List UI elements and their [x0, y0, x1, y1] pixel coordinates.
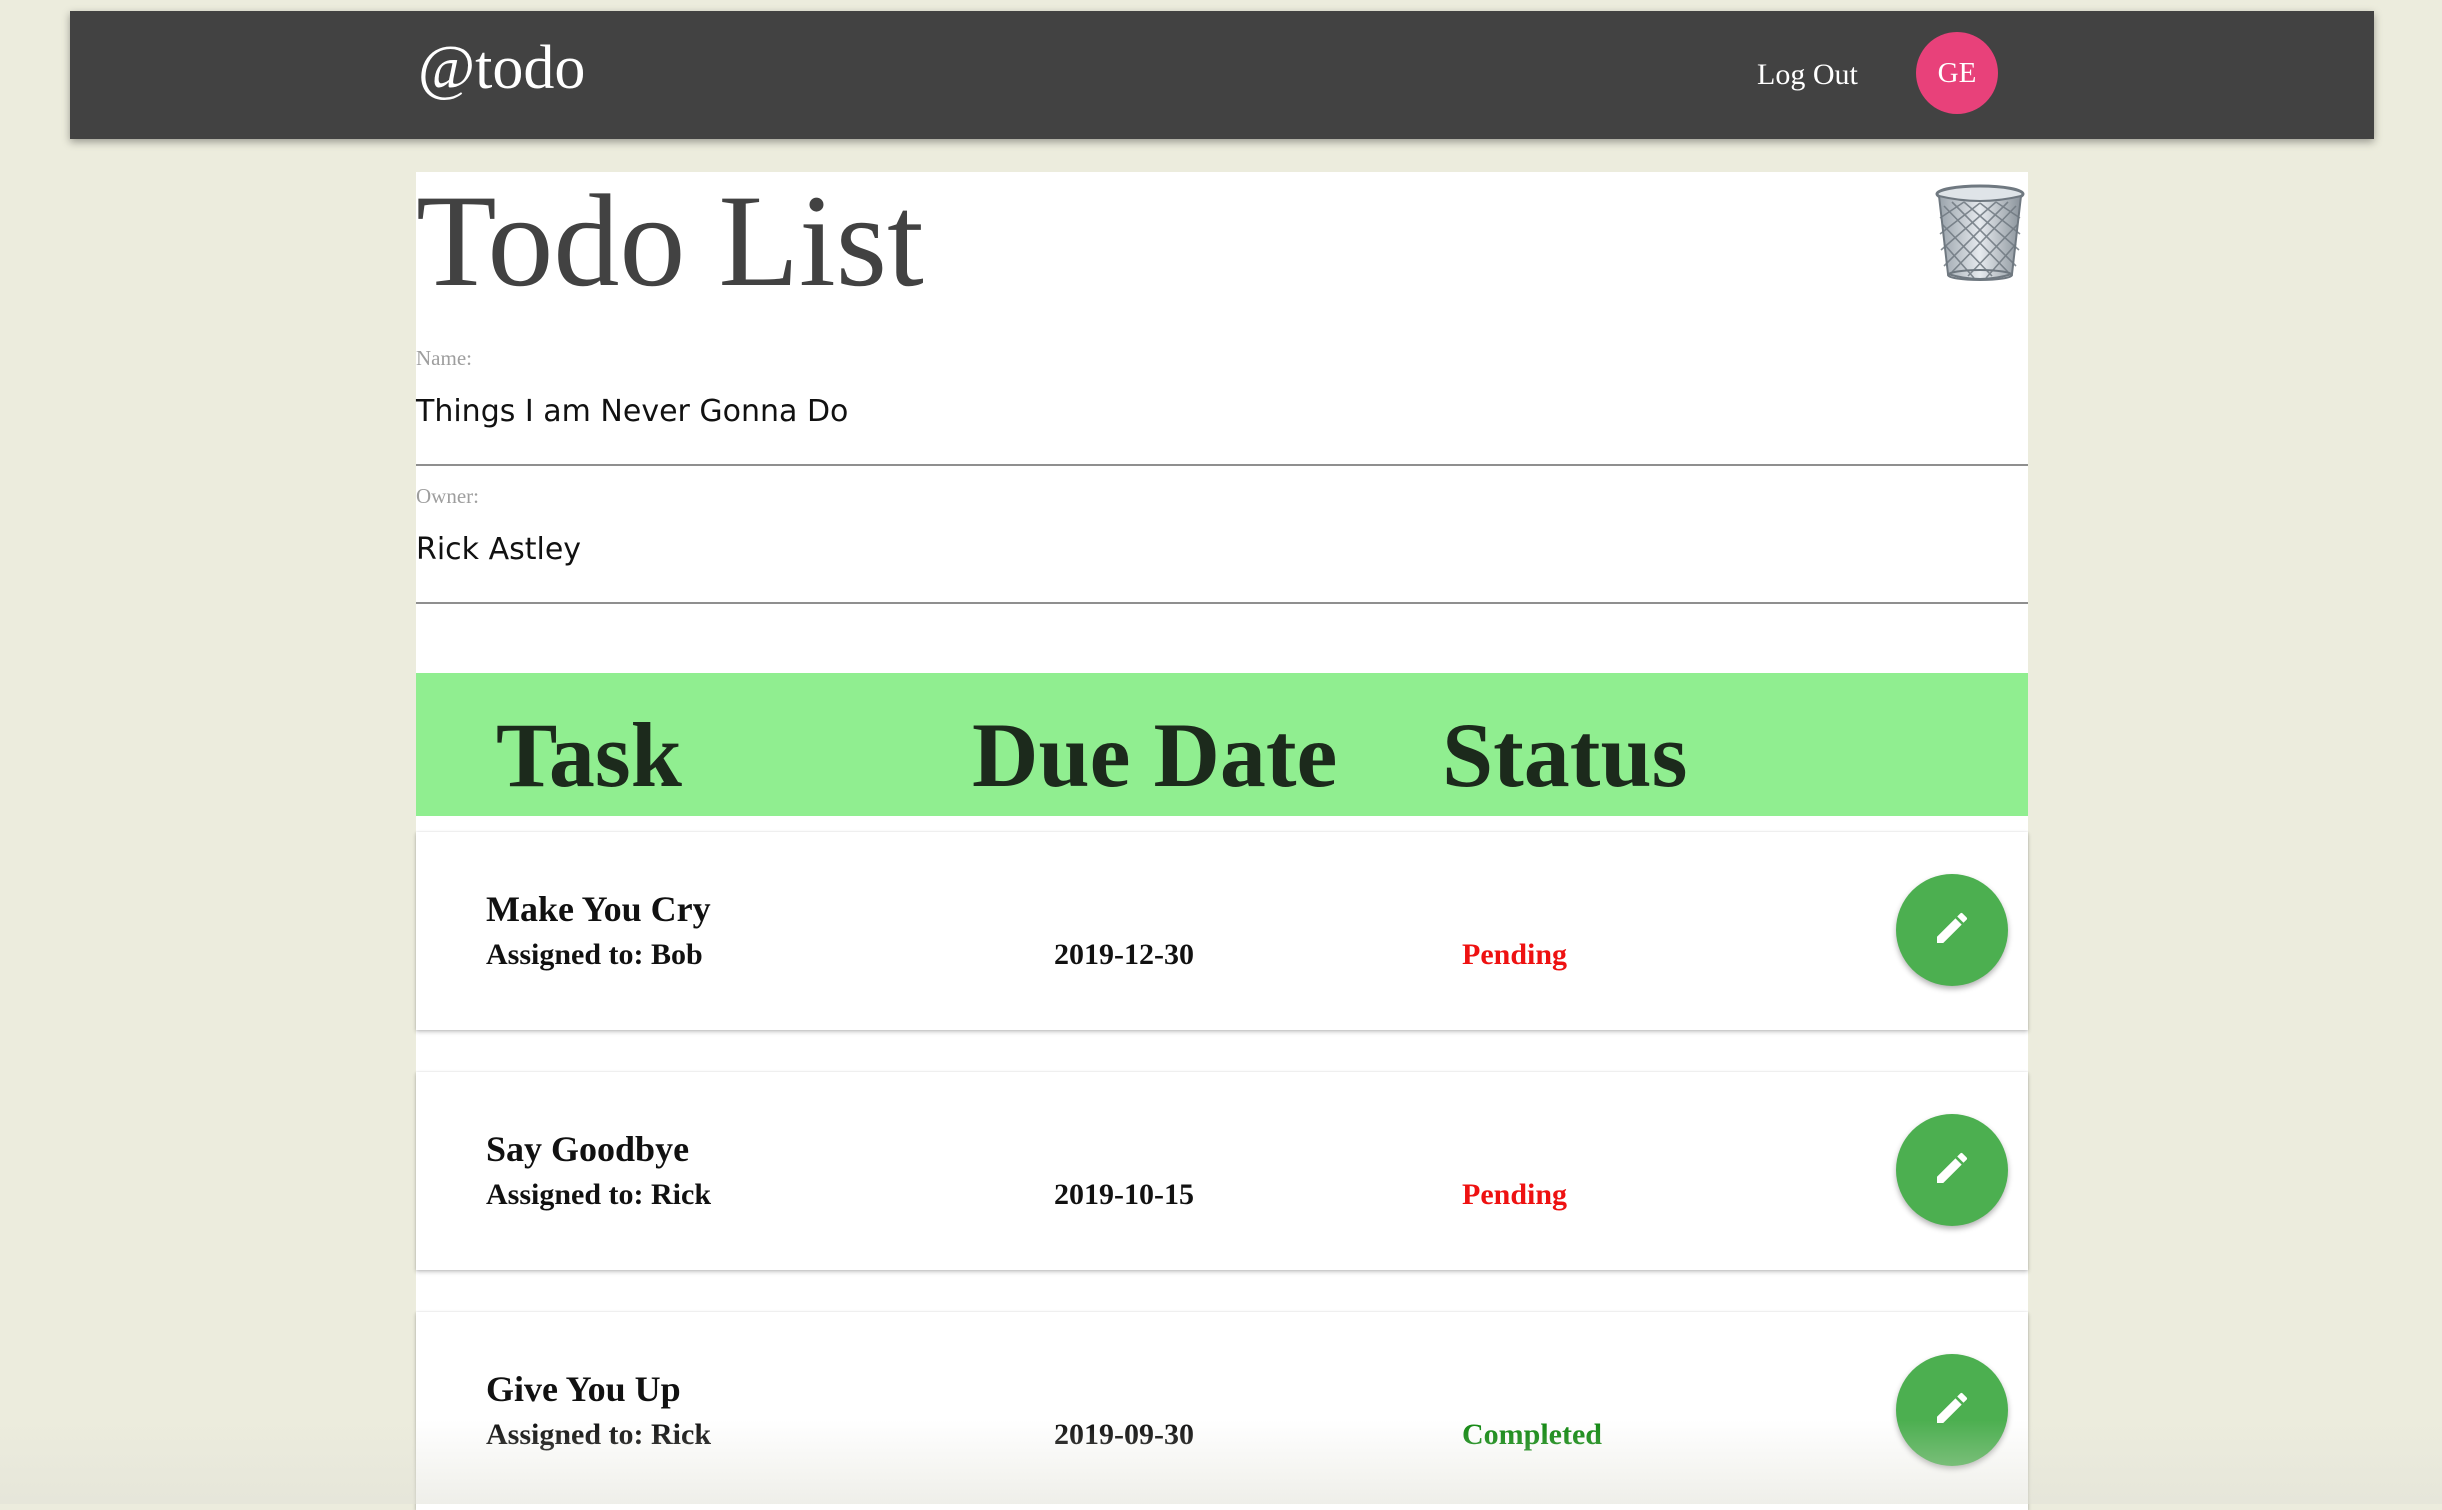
header-task[interactable]: Task — [496, 709, 682, 801]
app-brand[interactable]: @todo — [418, 37, 585, 99]
list-owner-field[interactable]: Owner: Rick Astley — [416, 476, 2028, 604]
logout-link[interactable]: Log Out — [1757, 58, 1858, 92]
task-row[interactable]: Give You Up Assigned to: Rick 2019-09-30… — [416, 1312, 2028, 1510]
task-assigned-to: Assigned to: Bob — [486, 938, 703, 971]
task-row[interactable]: Make You Cry Assigned to: Bob 2019-12-30… — [416, 832, 2028, 1030]
pencil-icon — [1932, 1148, 1972, 1193]
task-assigned-to: Assigned to: Rick — [486, 1178, 712, 1211]
pencil-icon — [1932, 908, 1972, 953]
list-name-field[interactable]: Name: Things I am Never Gonna Do — [416, 338, 2028, 466]
owner-input[interactable]: Rick Astley — [416, 532, 581, 567]
task-name: Make You Cry — [486, 889, 711, 929]
header-due-date[interactable]: Due Date — [972, 709, 1337, 801]
name-input[interactable]: Things I am Never Gonna Do — [416, 394, 848, 429]
name-label: Name: — [416, 346, 472, 370]
edit-task-button[interactable] — [1896, 874, 2008, 986]
edit-task-button[interactable] — [1896, 1114, 2008, 1226]
task-assigned-to: Assigned to: Rick — [486, 1418, 712, 1451]
user-avatar[interactable]: GE — [1916, 32, 1998, 114]
avatar-initials: GE — [1937, 56, 1977, 89]
header-status[interactable]: Status — [1442, 709, 1687, 801]
todo-list-panel: Todo List Name: Things I am Never Gonna … — [416, 167, 2028, 1510]
task-table-header: Task Due Date Status — [416, 673, 2028, 816]
pencil-icon — [1932, 1388, 1972, 1433]
task-status: Completed — [1462, 1418, 1602, 1451]
edit-task-button[interactable] — [1896, 1354, 2008, 1466]
owner-label: Owner: — [416, 484, 479, 508]
task-name: Give You Up — [486, 1369, 681, 1409]
task-due-date: 2019-09-30 — [1054, 1418, 1194, 1451]
task-status: Pending — [1462, 1178, 1568, 1211]
top-navbar: @todo Log Out GE — [70, 11, 2374, 139]
task-name: Say Goodbye — [486, 1129, 690, 1169]
task-row[interactable]: Say Goodbye Assigned to: Rick 2019-10-15… — [416, 1072, 2028, 1270]
trash-can-icon[interactable] — [1934, 184, 2026, 282]
page-title: Todo List — [416, 167, 924, 314]
task-status: Pending — [1462, 938, 1568, 971]
task-due-date: 2019-12-30 — [1054, 938, 1194, 971]
task-due-date: 2019-10-15 — [1054, 1178, 1194, 1211]
